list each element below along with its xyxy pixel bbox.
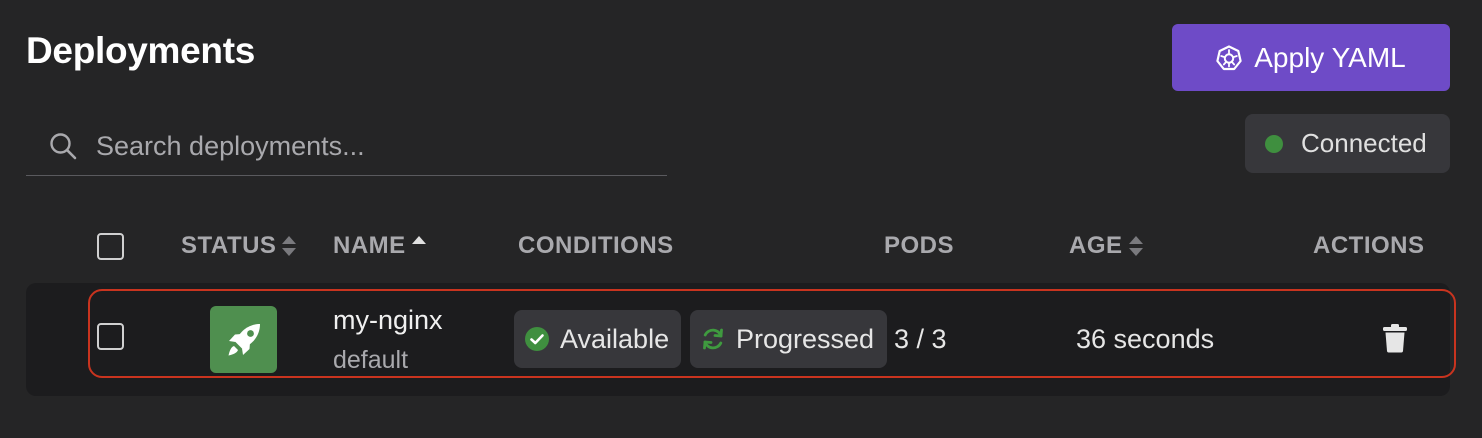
- rocket-icon: [210, 306, 277, 373]
- condition-label: Progressed: [736, 323, 875, 354]
- column-header-age[interactable]: AGE: [1069, 232, 1145, 260]
- row-select-checkbox[interactable]: [97, 323, 124, 350]
- search-icon: [48, 131, 78, 161]
- column-header-conditions: CONDITIONS: [518, 232, 674, 260]
- deployment-name[interactable]: my-nginx: [333, 305, 443, 336]
- deployment-age: 36 seconds: [1076, 324, 1215, 354]
- check-circle-icon: [524, 326, 550, 352]
- apply-yaml-button[interactable]: Apply YAML: [1172, 24, 1450, 91]
- column-header-actions: ACTIONS: [1313, 232, 1425, 260]
- select-all-checkbox[interactable]: [97, 233, 124, 260]
- column-header-pods: PODS: [884, 232, 954, 260]
- delete-button[interactable]: [1382, 323, 1408, 358]
- column-header-name[interactable]: NAME: [333, 232, 428, 260]
- connection-status: Connected: [1245, 114, 1450, 173]
- column-header-pods-label: PODS: [884, 232, 955, 259]
- column-header-status[interactable]: STATUS: [181, 232, 298, 260]
- trash-icon: [1382, 323, 1408, 358]
- condition-badge-progressed: Progressed: [690, 310, 887, 368]
- search-input[interactable]: [96, 130, 656, 162]
- apply-yaml-label: Apply YAML: [1254, 41, 1406, 73]
- refresh-icon: [700, 326, 726, 352]
- column-header-status-label: STATUS: [181, 232, 277, 259]
- condition-label: Available: [560, 323, 670, 354]
- kubernetes-icon: [1216, 44, 1242, 71]
- sort-icon: [1127, 233, 1145, 259]
- column-header-name-label: NAME: [333, 232, 406, 259]
- search-bar: [26, 117, 667, 176]
- deployments-page: Deployments Apply YAML Search deployment…: [0, 0, 1482, 438]
- sort-ascending-icon: [410, 233, 428, 259]
- column-header-conditions-label: CONDITIONS: [518, 232, 674, 259]
- page-title: Deployments: [26, 30, 256, 71]
- sort-icon: [280, 233, 298, 259]
- pods-count: 3 / 3: [894, 324, 947, 354]
- connected-indicator-dot: [1265, 134, 1283, 153]
- deployment-namespace: default: [333, 346, 409, 374]
- column-header-actions-label: ACTIONS: [1313, 232, 1425, 259]
- column-header-age-label: AGE: [1069, 232, 1123, 259]
- condition-badge-available: Available: [514, 310, 681, 368]
- connection-status-label: Connected: [1301, 128, 1427, 158]
